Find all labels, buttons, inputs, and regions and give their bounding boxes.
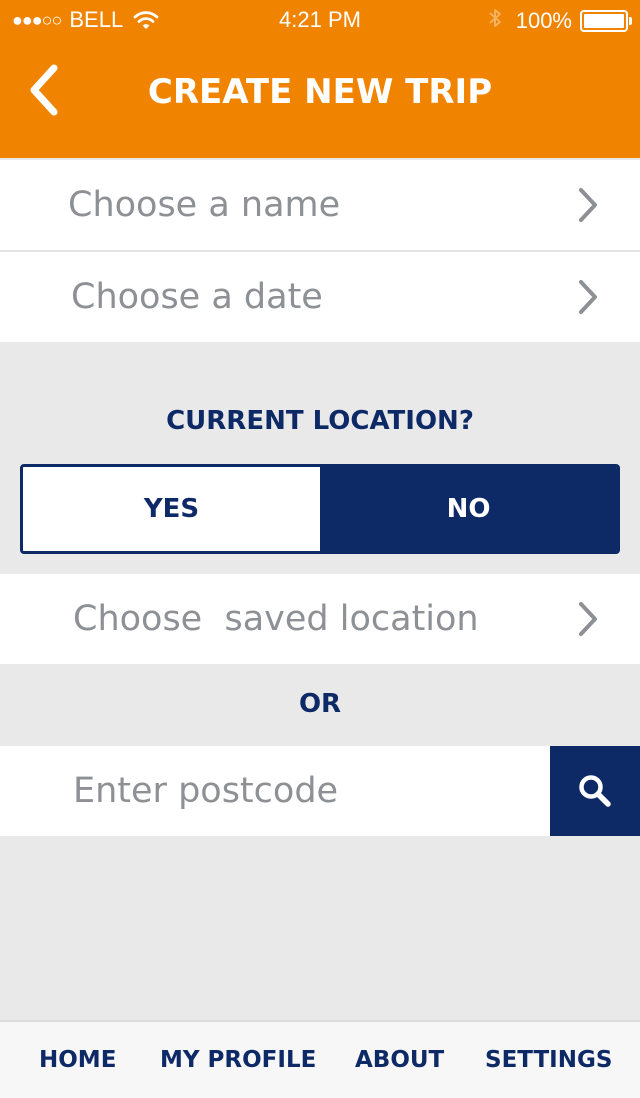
- current-location-toggle: YES NO: [20, 464, 620, 554]
- choose-name-label: Choose a name: [68, 185, 341, 225]
- chevron-right-icon: [579, 602, 597, 636]
- status-bar-right: 100%: [488, 7, 632, 35]
- tab-settings[interactable]: SETTINGS: [485, 1022, 612, 1098]
- bottom-tab-bar: HOME MY PROFILE ABOUT SETTINGS: [0, 1020, 640, 1098]
- yes-option[interactable]: YES: [23, 467, 320, 551]
- postcode-field-container: [0, 746, 550, 836]
- tab-about[interactable]: ABOUT: [355, 1022, 444, 1098]
- no-option[interactable]: NO: [320, 467, 617, 551]
- chevron-right-icon: [579, 280, 597, 314]
- chevron-right-icon: [579, 188, 597, 222]
- choose-date-label: Choose a date: [71, 277, 323, 317]
- current-location-question: CURRENT LOCATION?: [166, 406, 474, 436]
- page-title: CREATE NEW TRIP: [147, 72, 493, 112]
- choose-saved-location-label: Choose saved location: [73, 599, 479, 639]
- bluetooth-icon: [488, 7, 502, 35]
- postcode-input[interactable]: [0, 746, 550, 836]
- choose-date-row[interactable]: Choose a date: [0, 252, 640, 342]
- battery-icon: [580, 10, 632, 32]
- battery-percent: 100%: [515, 8, 572, 33]
- status-bar: ●●●○○ BELL 4:21 PM 100%: [0, 0, 640, 40]
- choose-saved-location-row[interactable]: Choose saved location: [0, 574, 640, 664]
- tab-my-profile[interactable]: MY PROFILE: [160, 1022, 316, 1098]
- choose-name-row[interactable]: Choose a name: [0, 160, 640, 250]
- search-button[interactable]: [550, 746, 640, 836]
- app-header: ●●●○○ BELL 4:21 PM 100% CREATE NEW TRIP: [0, 0, 640, 158]
- tab-home[interactable]: HOME: [39, 1022, 116, 1098]
- or-separator-label: OR: [298, 689, 342, 719]
- search-icon: [579, 775, 611, 807]
